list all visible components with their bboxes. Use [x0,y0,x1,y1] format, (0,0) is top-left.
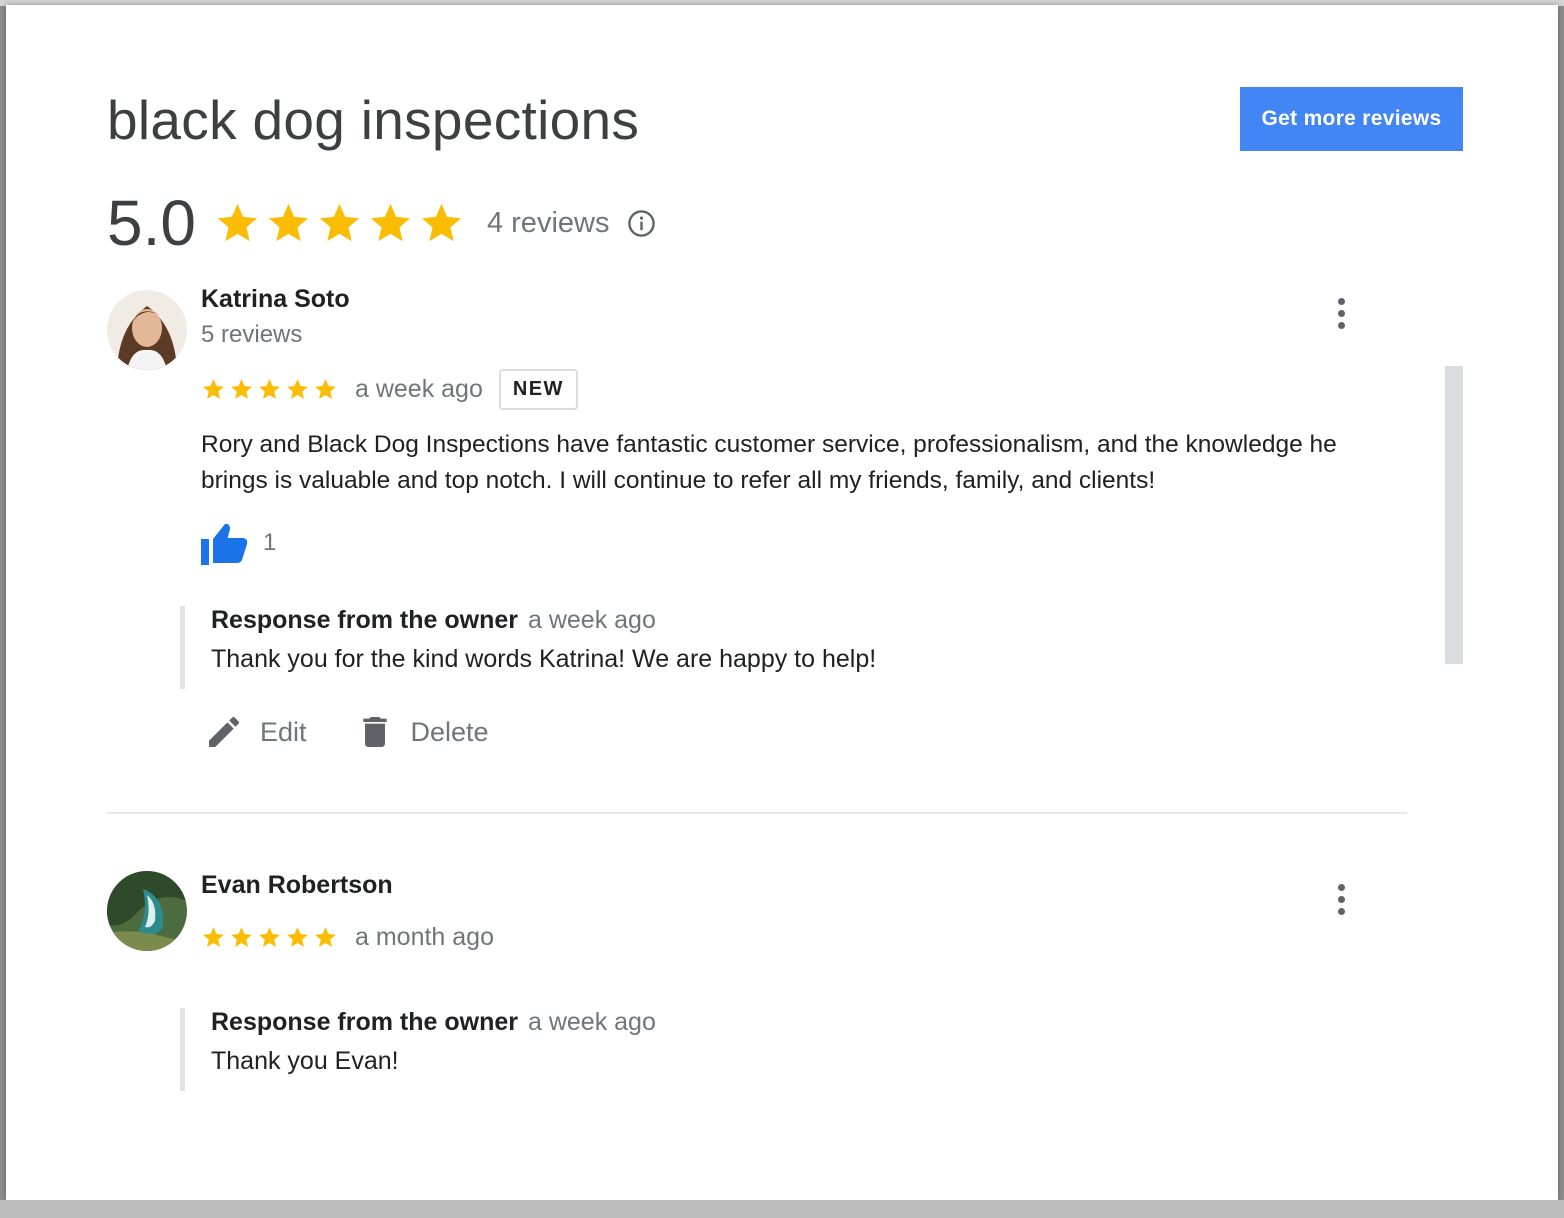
owner-response-label: Response from the owner [211,1008,518,1036]
star-icon [203,378,224,399]
owner-response: Response from the owner a week ago Thank… [180,1008,656,1091]
avatar[interactable] [107,871,187,951]
review-rating-row: a month ago [201,919,510,955]
like-row: 1 [201,521,276,565]
owner-response-label: Response from the owner [211,606,518,634]
trash-icon [362,717,387,747]
owner-response-text: Thank you for the kind words Katrina! We… [211,645,877,673]
review-time: a week ago [355,374,483,403]
background-window-bottom [0,1200,1564,1218]
review-divider [107,812,1407,814]
owner-response-text: Thank you Evan! [211,1047,399,1075]
delete-label: Delete [410,716,489,747]
reviewer-review-count: 5 reviews [201,321,303,348]
star-icon [203,926,224,947]
star-icon [259,378,280,399]
review-stars [201,925,338,950]
review-rating-row: a week ago NEW [201,366,578,412]
delete-button[interactable]: Delete [355,712,489,752]
rating-value: 5.0 [107,187,196,259]
avatar[interactable] [107,290,187,370]
owner-response-time: a week ago [528,1008,656,1036]
star-icon [287,378,308,399]
avatar-photo-icon [107,290,187,370]
star-icon [217,203,258,241]
star-icon [259,926,280,947]
rating-stars [214,200,465,247]
reviews-dialog: black dog inspections Get more reviews 5… [6,5,1558,1200]
business-title: black dog inspections [107,89,640,151]
star-icon [315,926,336,947]
reviewer-name[interactable]: Evan Robertson [201,871,393,900]
like-count: 1 [263,529,277,556]
edit-button[interactable]: Edit [204,712,307,752]
review-stars [201,377,338,402]
get-more-reviews-button[interactable]: Get more reviews [1240,87,1463,151]
scrollbar[interactable] [1445,366,1463,664]
pencil-icon [209,717,239,747]
owner-response: Response from the owner a week ago Thank… [180,606,876,689]
more-options-icon[interactable] [1326,879,1356,919]
star-icon [268,203,309,241]
response-actions: Edit Delete [204,712,489,752]
star-icon [319,203,360,241]
edit-label: Edit [260,716,307,747]
star-icon [315,378,336,399]
star-icon [421,203,462,241]
owner-response-time: a week ago [528,606,656,634]
star-icon [231,926,252,947]
star-icon [370,203,411,241]
review-time: a month ago [355,922,494,951]
reviewer-name[interactable]: Katrina Soto [201,285,350,314]
info-icon[interactable] [627,209,656,238]
avatar-photo-icon [107,871,187,951]
new-badge: NEW [498,368,578,410]
review-count: 4 reviews [486,206,610,239]
star-icon [231,378,252,399]
more-options-icon[interactable] [1326,293,1356,333]
review-text: Rory and Black Dog Inspections have fant… [201,431,1337,494]
thumbs-up-icon[interactable] [201,521,249,565]
rating-summary: 5.0 4 reviews [107,183,656,263]
star-icon [287,926,308,947]
